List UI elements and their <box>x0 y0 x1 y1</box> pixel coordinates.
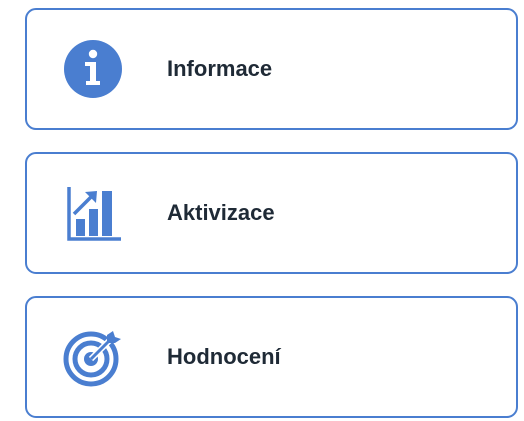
menu-item-label: Informace <box>167 56 273 81</box>
menu-item-label: Hodnocení <box>167 344 281 369</box>
info-icon <box>63 39 123 99</box>
menu-item-hodnoceni[interactable]: Hodnocení <box>25 296 518 418</box>
growth-chart-icon <box>63 183 123 243</box>
menu-list: Informace Aktivizace Hodnocení <box>0 0 524 421</box>
target-icon <box>63 327 123 387</box>
menu-item-aktivizace[interactable]: Aktivizace <box>25 152 518 274</box>
menu-item-label: Aktivizace <box>167 200 275 225</box>
menu-item-informace[interactable]: Informace <box>25 8 518 130</box>
